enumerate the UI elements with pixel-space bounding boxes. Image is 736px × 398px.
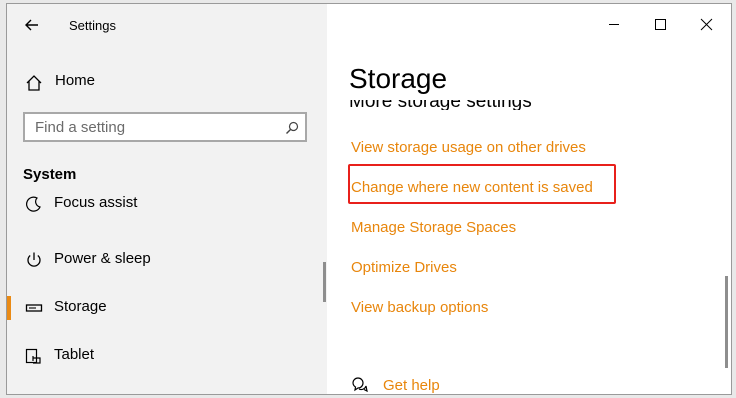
- back-button[interactable]: [21, 14, 43, 36]
- sub-heading-clip: More storage settings: [349, 100, 709, 110]
- sidebar-scrollbar[interactable]: [323, 262, 326, 302]
- main-scrollbar[interactable]: [725, 276, 728, 368]
- tablet-icon: [25, 348, 41, 364]
- link-view-backup-options[interactable]: View backup options: [351, 299, 488, 316]
- link-optimize-drives[interactable]: Optimize Drives: [351, 259, 457, 276]
- page-title: Storage: [349, 63, 448, 94]
- search-icon: [286, 121, 299, 134]
- active-indicator: [7, 296, 11, 320]
- link-change-new-content-location[interactable]: Change where new content is saved: [351, 179, 593, 196]
- close-button[interactable]: [683, 8, 729, 40]
- link-view-storage-other-drives[interactable]: View storage usage on other drives: [351, 139, 586, 156]
- maximize-button[interactable]: [637, 8, 683, 40]
- minimize-icon: [609, 24, 619, 25]
- home-label: Home: [55, 72, 96, 89]
- help-chat-icon: [352, 377, 368, 393]
- search-input[interactable]: Find a setting: [23, 112, 307, 142]
- home-icon: [26, 75, 42, 91]
- back-arrow-icon: [25, 19, 38, 31]
- sidebar-item-label: Storage: [54, 298, 107, 315]
- sidebar-item-label: Focus assist: [54, 196, 138, 211]
- sidebar-item-label: Tablet: [54, 346, 95, 363]
- section-title: System: [23, 166, 77, 183]
- settings-window: Settings Home Find a setting System Focu…: [6, 3, 732, 395]
- get-help-link[interactable]: Get help: [383, 377, 440, 394]
- sidebar-item-focus-assist[interactable]: Focus assist: [7, 196, 307, 224]
- sidebar-item-storage[interactable]: Storage: [7, 288, 307, 328]
- search-placeholder: Find a setting: [35, 119, 126, 136]
- link-manage-storage-spaces[interactable]: Manage Storage Spaces: [351, 219, 516, 236]
- app-title: Settings: [69, 18, 116, 33]
- sidebar: Settings Home Find a setting System Focu…: [7, 4, 327, 394]
- sidebar-item-tablet[interactable]: Tablet: [7, 336, 307, 376]
- drive-icon: [25, 304, 43, 312]
- close-icon: [700, 18, 713, 31]
- moon-icon: [26, 196, 41, 212]
- power-icon: [27, 252, 41, 267]
- sidebar-item-label: Power & sleep: [54, 250, 151, 267]
- sidebar-item-power-sleep[interactable]: Power & sleep: [7, 240, 307, 280]
- main-content: Storage More storage settings View stora…: [327, 4, 731, 394]
- section-heading: More storage settings: [349, 100, 532, 110]
- sidebar-item-home[interactable]: Home: [23, 66, 303, 96]
- minimize-button[interactable]: [591, 8, 637, 40]
- maximize-icon: [655, 19, 666, 30]
